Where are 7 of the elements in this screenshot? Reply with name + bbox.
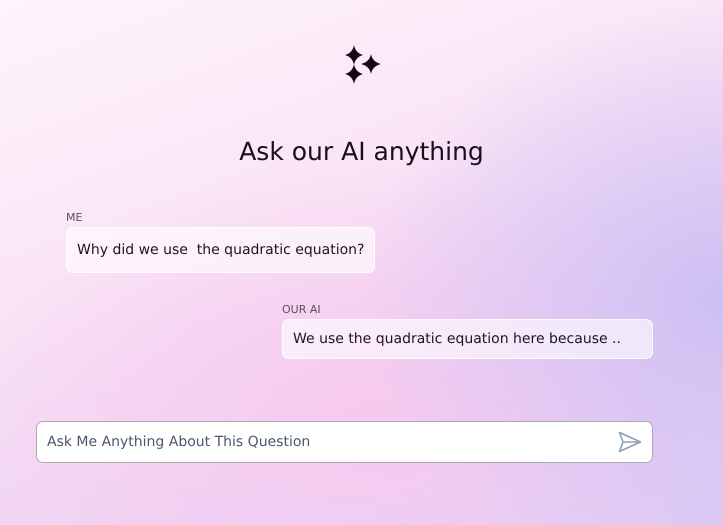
question-input[interactable]: Ask Me Anything About This Question (36, 421, 653, 463)
page-title: Ask our AI anything (238, 137, 485, 166)
sender-label: OUR AI (282, 303, 321, 316)
message-bubble: Why did we use the quadratic equation? (66, 227, 376, 273)
send-icon[interactable] (618, 431, 642, 453)
sender-label: ME (66, 211, 82, 224)
message-bubble: We use the quadratic equation here because .. (282, 319, 653, 359)
